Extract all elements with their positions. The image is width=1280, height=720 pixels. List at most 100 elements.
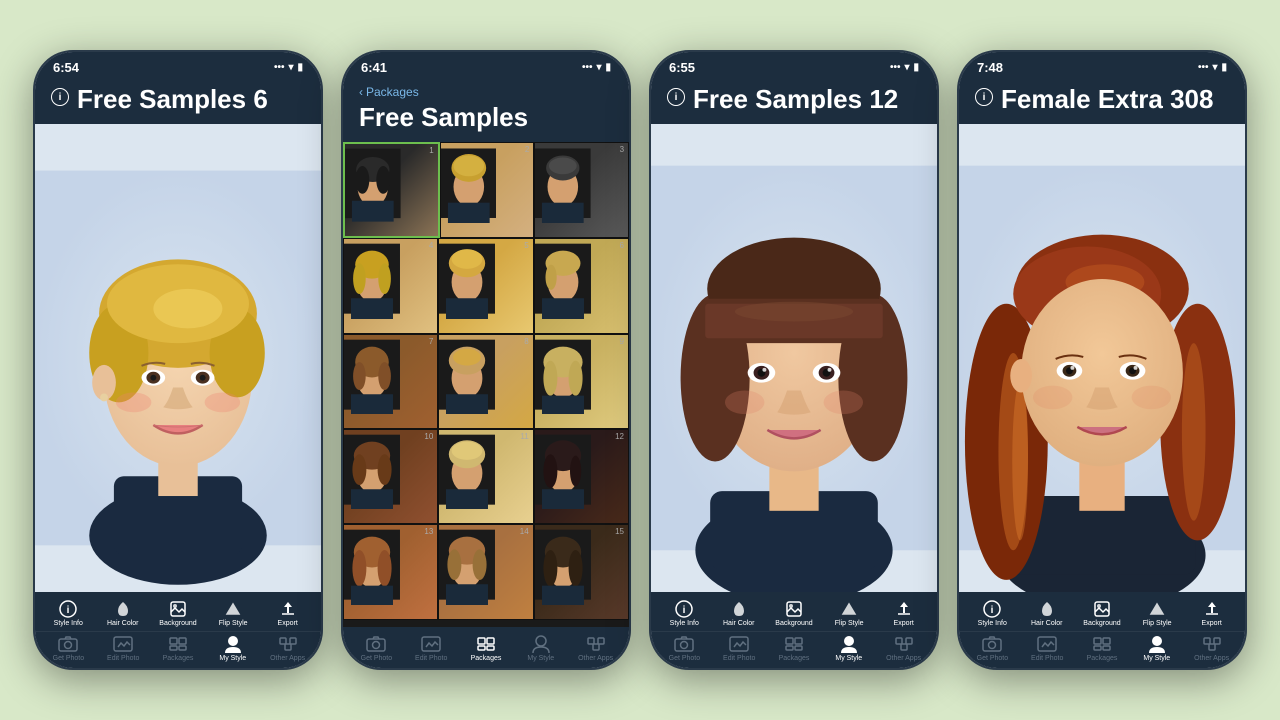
phone-4: 7:48 ••• ▾ ▮ i Female Extra 308 [957,50,1247,670]
info-icon-4[interactable]: i [975,88,993,106]
grid-cell-4[interactable]: 4 [343,238,438,333]
grid-cell-6[interactable]: 6 [534,238,629,333]
get-photo-btn-1[interactable]: Get Photo [50,635,86,662]
wifi-icon-3: ▾ [904,62,909,73]
grid-row-3: 7 8 [343,334,629,429]
svg-text:i: i [67,605,70,616]
grid-cell-14[interactable]: 14 [438,524,533,619]
grid-cell-9[interactable]: 9 [534,334,629,429]
status-icons-4: ••• ▾ ▮ [1198,62,1227,73]
hair-color-btn-3[interactable]: Hair Color [721,600,757,627]
grid-cell-8[interactable]: 8 [438,334,533,429]
cell-num-2: 2 [525,145,529,154]
info-icon-1[interactable]: i [51,88,69,106]
export-label-1: Export [278,620,298,627]
background-btn-3[interactable]: Background [775,600,812,627]
status-bar-4: 7:48 ••• ▾ ▮ [959,52,1245,79]
style-info-label-4: Style Info [978,620,1007,627]
background-btn-1[interactable]: Background [159,600,196,627]
get-photo-btn-4[interactable]: Get Photo [974,635,1010,662]
edit-photo-btn-3[interactable]: Edit Photo [721,635,757,662]
grid-cell-3[interactable]: 3 [534,142,629,239]
packages-icon-2 [476,635,496,653]
grid-cell-1[interactable]: 1 [343,142,440,239]
toolbar-bottom-4: Get Photo Edit Photo Packages [959,633,1245,664]
nav-back-2[interactable]: ‹ Packages [359,85,613,99]
cell-num-12: 12 [615,432,624,441]
packages-btn-3[interactable]: Packages [776,635,812,662]
toolbar-2: Get Photo Edit Photo Packages [343,627,629,668]
other-apps-btn-1[interactable]: Other Apps [270,635,306,662]
cell-num-11: 11 [520,432,528,441]
style-info-label-3: Style Info [670,620,699,627]
other-apps-label-4: Other Apps [1194,655,1229,662]
style-info-btn-1[interactable]: i Style Info [50,600,86,627]
packages-icon-4 [1092,635,1112,653]
toolbar-top-1: i Style Info Hair Color B [35,598,321,629]
info-icon-3[interactable]: i [667,88,685,106]
battery-icon-3: ▮ [913,62,919,73]
background-btn-4[interactable]: Background [1083,600,1120,627]
grid-cell-2[interactable]: 2 [440,142,535,239]
title-2: Free Samples [359,103,613,132]
get-photo-label-2: Get Photo [361,655,393,662]
my-style-btn-1[interactable]: My Style [215,635,251,662]
packages-btn-2[interactable]: Packages [468,635,504,662]
grid-cell-5[interactable]: 5 [438,238,533,333]
phone-3: 6:55 ••• ▾ ▮ i Free Samples 12 [649,50,939,670]
style-info-btn-3[interactable]: i Style Info [666,600,702,627]
edit-photo-btn-1[interactable]: Edit Photo [105,635,141,662]
export-btn-3[interactable]: Export [886,600,922,627]
flip-style-icon-4 [1147,600,1167,618]
packages-icon-3 [784,635,804,653]
grid-cell-13[interactable]: 13 [343,524,438,619]
status-bar-2: 6:41 ••• ▾ ▮ [343,52,629,79]
grid-cell-12[interactable]: 12 [534,429,629,524]
packages-btn-4[interactable]: Packages [1084,635,1120,662]
flip-style-icon-1 [223,600,243,618]
flip-style-btn-1[interactable]: Flip Style [215,600,251,627]
grid-cell-10[interactable]: 10 [343,429,438,524]
toolbar-bottom-2: Get Photo Edit Photo Packages [343,633,629,664]
export-btn-1[interactable]: Export [270,600,306,627]
flip-style-btn-4[interactable]: Flip Style [1139,600,1175,627]
my-style-label-3: My Style [835,655,862,662]
header-3: i Free Samples 12 [651,79,937,124]
get-photo-icon-3 [674,635,694,653]
other-apps-btn-2[interactable]: Other Apps [578,635,614,662]
other-apps-btn-4[interactable]: Other Apps [1194,635,1230,662]
my-style-label-4: My Style [1143,655,1170,662]
export-btn-4[interactable]: Export [1194,600,1230,627]
export-icon-3 [894,600,914,618]
toolbar-4: i Style Info Hair Color B [959,592,1245,669]
get-photo-btn-2[interactable]: Get Photo [358,635,394,662]
flip-style-btn-3[interactable]: Flip Style [831,600,867,627]
toolbar-1: i Style Info Hair Color B [35,592,321,669]
wifi-icon-4: ▾ [1212,62,1217,73]
back-chevron-2: ‹ [359,85,363,99]
time-2: 6:41 [361,60,387,75]
my-style-btn-3[interactable]: My Style [831,635,867,662]
get-photo-btn-3[interactable]: Get Photo [666,635,702,662]
grid-cell-7[interactable]: 7 [343,334,438,429]
my-style-btn-2[interactable]: My Style [523,635,559,662]
cell-num-14: 14 [520,527,529,536]
other-apps-btn-3[interactable]: Other Apps [886,635,922,662]
hair-color-label-1: Hair Color [107,620,139,627]
edit-photo-btn-2[interactable]: Edit Photo [413,635,449,662]
export-label-4: Export [1202,620,1222,627]
my-style-btn-4[interactable]: My Style [1139,635,1175,662]
time-4: 7:48 [977,60,1003,75]
edit-photo-btn-4[interactable]: Edit Photo [1029,635,1065,662]
hair-color-btn-4[interactable]: Hair Color [1029,600,1065,627]
background-icon-1 [168,600,188,618]
hair-color-btn-1[interactable]: Hair Color [105,600,141,627]
battery-icon-2: ▮ [605,62,611,73]
grid-cell-11[interactable]: 11 [438,429,533,524]
header-2: ‹ Packages Free Samples [343,79,629,142]
cell-num-13: 13 [424,527,433,536]
edit-photo-label-4: Edit Photo [1031,655,1063,662]
packages-btn-1[interactable]: Packages [160,635,196,662]
grid-cell-15[interactable]: 15 [534,524,629,619]
style-info-btn-4[interactable]: i Style Info [974,600,1010,627]
